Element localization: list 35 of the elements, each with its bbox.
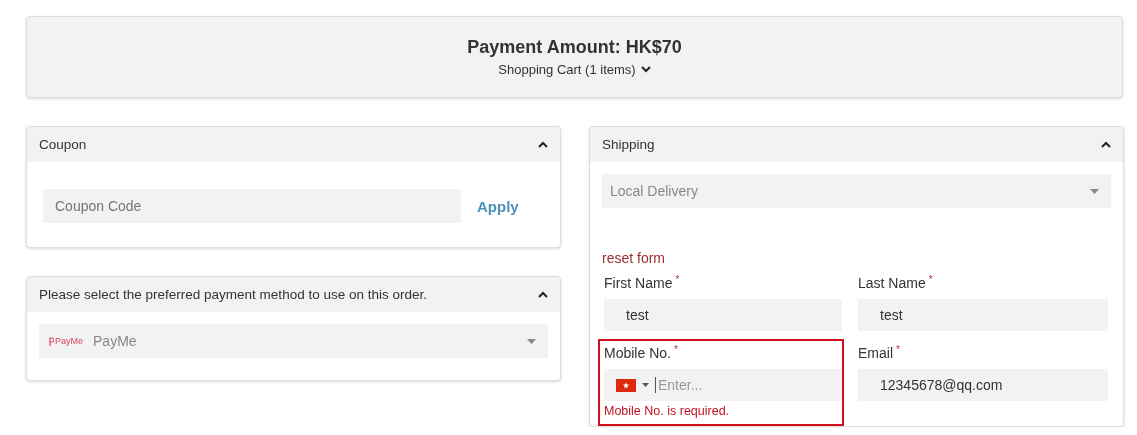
field-label: First Name — [604, 275, 673, 293]
panel-title: Coupon — [39, 137, 87, 152]
coupon-code-field[interactable]: Coupon Code — [43, 189, 461, 223]
required-mark: * — [928, 275, 933, 287]
payme-logo: PayMe — [49, 336, 83, 346]
panel-header[interactable]: Shipping — [590, 127, 1123, 162]
panel-title: Shipping — [602, 137, 655, 152]
required-mark: * — [896, 345, 900, 357]
country-selector[interactable] — [616, 378, 649, 392]
field-label: Email — [858, 345, 893, 363]
reset-form-link[interactable]: reset form — [602, 250, 665, 266]
collapse-chevron-icon[interactable] — [1101, 141, 1111, 148]
field-label: Mobile No. — [604, 345, 671, 363]
flag-icon — [616, 378, 636, 392]
payment-amount: Payment Amount: HK$70 — [467, 37, 682, 58]
input-placeholder: Enter... — [655, 377, 703, 393]
required-mark: * — [675, 275, 680, 287]
required-mark: * — [673, 345, 678, 357]
text-input-field[interactable]: test — [858, 299, 1108, 331]
panel-header[interactable]: Please select the preferred payment method to use on this order. — [27, 277, 560, 312]
shopping-cart-toggle[interactable]: Shopping Cart (1 items) — [498, 62, 651, 77]
dropdown-caret-icon — [642, 383, 649, 387]
field-label: Last Name — [858, 275, 926, 293]
expand-chevron-icon[interactable] — [640, 66, 651, 73]
collapse-chevron-icon[interactable] — [538, 291, 548, 298]
text-input-field[interactable]: 12345678@qq.com — [858, 369, 1108, 401]
collapse-chevron-icon[interactable] — [538, 141, 548, 148]
error-message: Mobile No. is required. — [604, 404, 731, 418]
dropdown-caret-icon — [1090, 188, 1099, 194]
payment-method-select[interactable]: PayMe PayMe — [39, 324, 548, 358]
text-input-field[interactable]: test — [604, 299, 842, 331]
apply-button[interactable]: Apply — [473, 193, 523, 219]
panel-title: Please select the preferred payment method to use on this order. — [39, 287, 427, 302]
panel-header[interactable]: Coupon — [27, 127, 560, 162]
dropdown-caret-icon — [527, 338, 536, 344]
